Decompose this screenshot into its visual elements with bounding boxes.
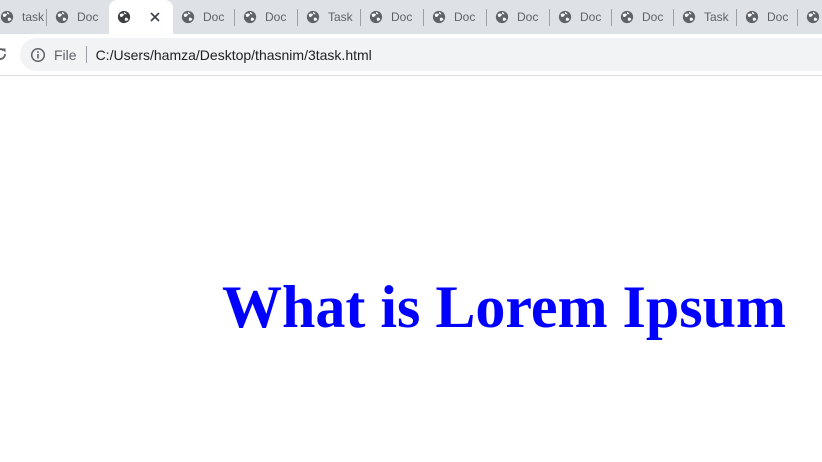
tab-title: Doc	[77, 10, 99, 24]
tab[interactable]	[798, 0, 822, 34]
tab[interactable]: Doc	[737, 0, 798, 34]
globe-icon	[55, 10, 69, 24]
globe-icon	[620, 10, 634, 24]
tab-title: Doc	[642, 10, 664, 24]
tab-active[interactable]	[109, 0, 173, 34]
tab[interactable]: Doc	[47, 0, 109, 34]
tab[interactable]: Doc	[424, 0, 487, 34]
tab-title: Doc	[454, 10, 476, 24]
tab[interactable]: Doc	[487, 0, 550, 34]
tab-title: task	[22, 10, 45, 24]
tab[interactable]: Doc	[361, 0, 424, 34]
tab-title: Doc	[203, 10, 225, 24]
globe-icon	[806, 10, 820, 24]
address-bar[interactable]: File C:/Users/hamza/Desktop/thasnim/3tas…	[20, 38, 822, 71]
tab[interactable]: Task	[674, 0, 737, 34]
tab[interactable]: task	[0, 0, 47, 34]
globe-icon	[306, 10, 320, 24]
tab-title: Doc	[767, 10, 789, 24]
tab-title: Task	[704, 10, 729, 24]
address-divider	[85, 46, 87, 63]
globe-icon	[181, 10, 195, 24]
tab-title: Doc	[517, 10, 539, 24]
url-text[interactable]: C:/Users/hamza/Desktop/thasnim/3task.htm…	[96, 47, 372, 63]
globe-icon	[495, 10, 509, 24]
tab-title: Task	[328, 10, 353, 24]
globe-icon	[432, 10, 446, 24]
page-viewport: What is Lorem Ipsum	[0, 77, 822, 462]
browser-window: task Doc Doc Doc Task Doc Doc Doc Doc Do…	[0, 0, 822, 462]
tab-title: Doc	[265, 10, 287, 24]
globe-icon	[682, 10, 696, 24]
globe-icon	[369, 10, 383, 24]
tab[interactable]: Doc	[173, 0, 235, 34]
tab-title: Doc	[580, 10, 602, 24]
close-icon[interactable]	[147, 9, 163, 25]
tab[interactable]: Doc	[612, 0, 674, 34]
globe-icon	[745, 10, 759, 24]
toolbar: File C:/Users/hamza/Desktop/thasnim/3tas…	[0, 34, 822, 76]
info-icon[interactable]	[30, 47, 46, 63]
tab-strip: task Doc Doc Doc Task Doc Doc Doc Doc Do…	[0, 0, 822, 34]
globe-icon	[0, 10, 14, 24]
globe-icon	[243, 10, 257, 24]
tab[interactable]: Task	[298, 0, 361, 34]
globe-icon	[558, 10, 572, 24]
page-heading: What is Lorem Ipsum	[222, 274, 786, 340]
tab[interactable]: Doc	[235, 0, 298, 34]
site-scheme-label: File	[54, 46, 77, 63]
globe-icon	[117, 10, 131, 24]
tab-title: Doc	[391, 10, 413, 24]
tab[interactable]: Doc	[550, 0, 612, 34]
reload-icon[interactable]	[0, 46, 8, 62]
